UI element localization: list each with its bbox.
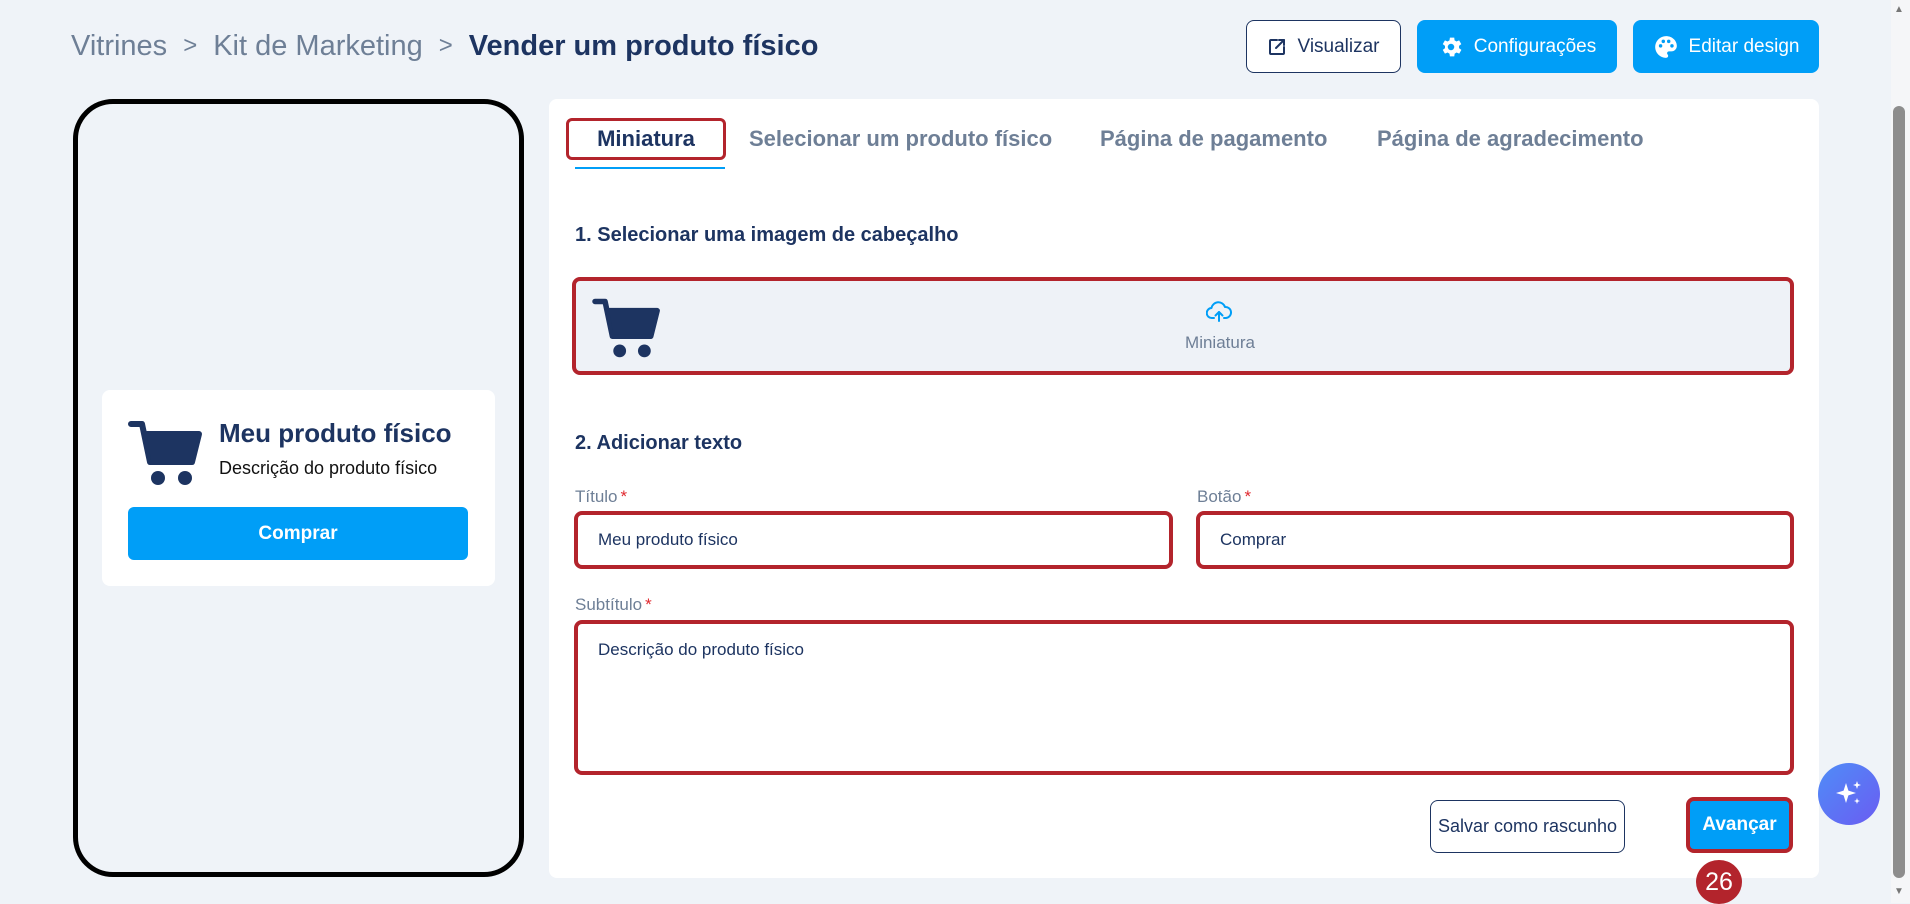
ai-assistant-button[interactable] <box>1818 763 1880 825</box>
subtitle-field-label: Subtítulo * <box>575 595 652 614</box>
active-tab-indicator <box>575 167 725 169</box>
cart-icon <box>592 298 660 358</box>
button-field-label: Botão * <box>1197 487 1252 506</box>
step1-heading: 1. Selecionar uma imagem de cabeçalho <box>575 224 959 246</box>
chevron-right-icon: > <box>183 32 198 59</box>
sparkle-icon <box>1836 781 1861 804</box>
step-badge: 26 <box>1696 860 1742 904</box>
button-text-input[interactable] <box>1196 511 1794 569</box>
save-draft-button[interactable]: Salvar como rascunho <box>1430 800 1625 853</box>
preview-description: Descrição do produto físico <box>219 458 438 478</box>
tab-thank-you-page[interactable]: Página de agradecimento <box>1377 118 1644 160</box>
upload-label: Miniatura <box>1185 333 1255 352</box>
preview-title: Meu produto físico <box>219 418 452 448</box>
upload-cloud-icon <box>1206 301 1232 322</box>
tab-select-product[interactable]: Selecionar um produto físico <box>749 118 1052 160</box>
header-image-upload[interactable] <box>572 277 1794 375</box>
breadcrumb-item-vitrines[interactable]: Vitrines <box>71 30 167 63</box>
settings-button-label: Configurações <box>1473 35 1597 57</box>
preview-buy-button[interactable]: Comprar <box>128 507 468 560</box>
palette-icon <box>1654 35 1677 58</box>
breadcrumb: Vitrines > Kit de Marketing > Vender um … <box>71 26 818 66</box>
scroll-up-arrow[interactable]: ▲ <box>1894 4 1904 15</box>
title-field-label: Título * <box>575 487 628 506</box>
scroll-down-arrow[interactable]: ▼ <box>1894 886 1904 897</box>
tab-miniatura[interactable]: Miniatura <box>566 118 726 160</box>
subtitle-textarea[interactable]: Descrição do produto físico <box>574 620 1794 775</box>
cart-icon <box>128 421 202 485</box>
preview-button[interactable]: Visualizar <box>1246 20 1401 73</box>
edit-design-button[interactable]: Editar design <box>1633 20 1819 73</box>
settings-button[interactable]: Configurações <box>1417 20 1617 73</box>
gear-icon <box>1442 37 1462 56</box>
tab-payment-page[interactable]: Página de pagamento <box>1100 118 1327 160</box>
edit-design-button-label: Editar design <box>1688 35 1800 57</box>
preview-button-label: Visualizar <box>1297 35 1380 57</box>
next-button[interactable]: Avançar <box>1686 797 1793 853</box>
title-input[interactable] <box>574 511 1173 569</box>
page-title: Vender um produto físico <box>468 29 819 62</box>
breadcrumb-item-kit-marketing[interactable]: Kit de Marketing <box>213 30 423 63</box>
step2-heading: 2. Adicionar texto <box>575 432 743 454</box>
chevron-right-icon: > <box>438 32 453 59</box>
external-link-icon <box>1269 38 1286 55</box>
scrollbar-thumb[interactable] <box>1893 106 1905 878</box>
